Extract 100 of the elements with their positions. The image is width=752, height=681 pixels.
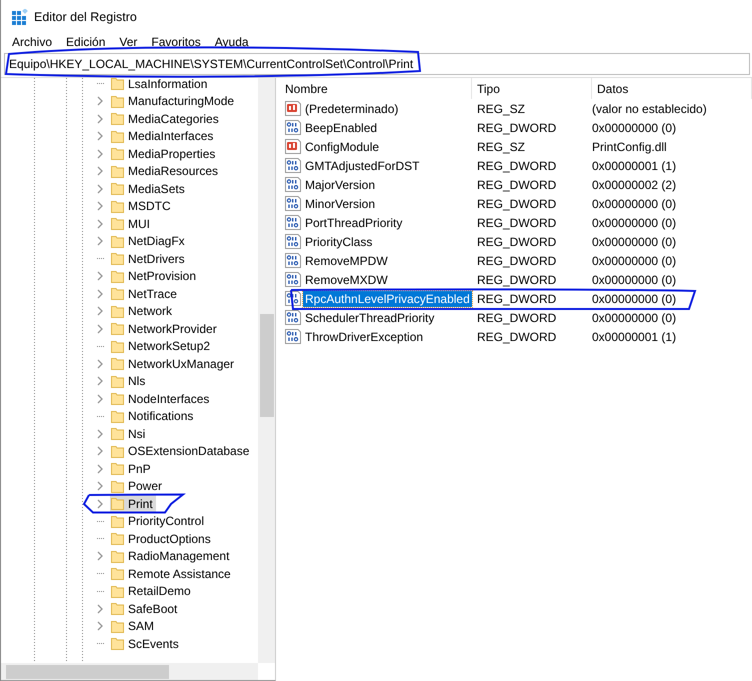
chevron-icon[interactable] — [97, 324, 104, 334]
horizontal-scrollbar[interactable] — [1, 663, 258, 680]
value-name[interactable]: MajorVersion — [303, 176, 378, 192]
tree-item[interactable]: Nsi — [110, 424, 148, 443]
value-name[interactable]: RemoveMPDW — [303, 252, 390, 268]
chevron-icon[interactable] — [97, 464, 104, 474]
tree-item[interactable]: MediaInterfaces — [110, 127, 216, 146]
chevron-icon[interactable] — [97, 481, 104, 492]
chevron-icon[interactable] — [97, 446, 104, 456]
menu-item[interactable]: Favoritos — [150, 34, 208, 51]
value-name[interactable]: BeepEnabled — [303, 120, 380, 136]
chevron-icon[interactable] — [97, 184, 104, 194]
chevron-icon[interactable] — [97, 218, 104, 229]
value-type: REG_DWORD — [476, 234, 558, 248]
tree-item[interactable]: MediaResources — [110, 162, 222, 180]
address-field[interactable]: Equipo\HKEY_LOCAL_MACHINE\SYSTEM\CurrentControlSet\Control\Print — [4, 53, 750, 75]
value-type: REG_SZ — [476, 102, 526, 116]
chevron-icon[interactable] — [97, 131, 104, 142]
tree-item[interactable]: NetDrivers — [110, 250, 188, 268]
value-data: (valor no establecido) — [591, 102, 707, 116]
tree-item[interactable]: MSDTC — [110, 197, 174, 216]
tree-item[interactable]: Nls — [110, 372, 148, 390]
chevron-icon[interactable] — [97, 148, 104, 159]
value-name[interactable]: SchedulerThreadPriority — [303, 310, 436, 326]
tree-item[interactable]: NetworkSetup2 — [110, 337, 214, 356]
chevron-icon[interactable] — [97, 288, 104, 299]
chevron-icon[interactable] — [97, 114, 104, 124]
chevron-icon[interactable] — [97, 498, 104, 509]
tree-item[interactable]: NetworkProvider — [110, 320, 220, 338]
value-name[interactable]: GMTAdjustedForDST — [303, 158, 422, 174]
tree-item[interactable]: MUI — [110, 214, 153, 233]
string-value-icon — [285, 139, 301, 154]
chevron-icon[interactable] — [97, 166, 104, 176]
chevron-icon[interactable] — [97, 376, 104, 386]
tree-item[interactable]: ScEvents — [110, 634, 182, 653]
chevron-icon[interactable] — [97, 621, 104, 632]
tree-item[interactable]: RadioManagement — [110, 547, 232, 566]
menu-item[interactable]: Ver — [118, 34, 144, 51]
chevron-icon[interactable] — [97, 306, 104, 316]
folder-icon — [111, 497, 124, 510]
tree-item[interactable]: Remote Assistance — [110, 564, 234, 583]
value-name[interactable]: RemoveMXDW — [303, 272, 390, 288]
value-name[interactable]: ConfigModule — [303, 138, 382, 154]
tree-item[interactable]: OSExtensionDatabase — [110, 442, 252, 460]
value-type: REG_DWORD — [476, 120, 558, 134]
value-data: 0x00000001 (1) — [591, 158, 676, 172]
tree-item[interactable]: SafeBoot — [110, 600, 180, 618]
tree-item[interactable]: PriorityControl — [110, 512, 208, 530]
binary-value-icon — [285, 310, 301, 325]
chevron-icon[interactable] — [97, 201, 104, 212]
value-name[interactable]: (Predeterminado) — [303, 100, 400, 116]
folder-icon — [111, 200, 124, 213]
folder-icon — [111, 322, 124, 336]
tree-item[interactable]: LsaInformation — [110, 78, 210, 93]
value-name[interactable]: RpcAuthnLevelPrivacyEnabled — [303, 290, 472, 306]
value-name[interactable]: PriorityClass — [303, 234, 374, 250]
folder-icon — [111, 480, 124, 493]
folder-icon — [111, 620, 124, 633]
tree-item[interactable]: ProductOptions — [110, 530, 214, 548]
chevron-icon[interactable] — [97, 358, 104, 369]
binary-value-icon — [285, 158, 301, 173]
tree-item[interactable]: NetProvision — [110, 267, 200, 286]
value-type: REG_DWORD — [476, 216, 558, 230]
tree-item[interactable]: NetDiagFx — [110, 232, 188, 250]
menu-item[interactable]: Edición — [65, 34, 112, 51]
value-name[interactable]: PortThreadPriority — [303, 214, 404, 230]
folder-icon — [111, 462, 124, 476]
value-type: REG_SZ — [476, 140, 526, 154]
value-data: 0x00000000 (0) — [591, 292, 676, 306]
tree-item[interactable]: Network — [110, 302, 176, 320]
vertical-scrollbar[interactable] — [258, 78, 275, 663]
menu-item[interactable]: Ayuda — [214, 34, 256, 51]
tree-item[interactable]: Power — [110, 477, 166, 496]
tree-item[interactable]: MediaCategories — [110, 110, 222, 128]
tree-item[interactable]: NetTrace — [110, 284, 180, 303]
chevron-icon[interactable] — [97, 604, 104, 614]
tree-item[interactable]: MediaProperties — [110, 144, 218, 163]
tree-item[interactable]: MediaSets — [110, 180, 188, 198]
tree-item[interactable]: NetworkUxManager — [110, 354, 238, 373]
tree-item[interactable]: RetailDemo — [110, 582, 194, 600]
chevron-icon[interactable] — [97, 428, 104, 439]
value-name[interactable]: ThrowDriverException — [303, 328, 426, 344]
chevron-icon[interactable] — [97, 551, 104, 562]
tree-item[interactable]: NodeInterfaces — [110, 390, 212, 408]
menu-item[interactable]: Archivo — [11, 34, 60, 51]
chevron-icon[interactable] — [97, 394, 104, 404]
chevron-icon[interactable] — [97, 271, 104, 282]
tree-item[interactable]: SAM — [110, 617, 158, 636]
folder-icon — [111, 147, 124, 160]
value-data: 0x00000000 (0) — [591, 254, 676, 268]
tree-item[interactable]: ManufacturingMode — [110, 92, 238, 110]
binary-value-icon — [285, 177, 301, 192]
value-data: 0x00000000 (0) — [591, 196, 676, 210]
tree-item[interactable]: Notifications — [110, 407, 196, 426]
chevron-icon[interactable] — [97, 96, 104, 106]
tree-item[interactable]: PnP — [110, 460, 154, 478]
value-data: 0x00000000 (0) — [591, 120, 676, 134]
chevron-icon[interactable] — [97, 236, 104, 246]
value-data: 0x00000001 (1) — [591, 330, 676, 344]
value-name[interactable]: MinorVersion — [303, 196, 378, 212]
